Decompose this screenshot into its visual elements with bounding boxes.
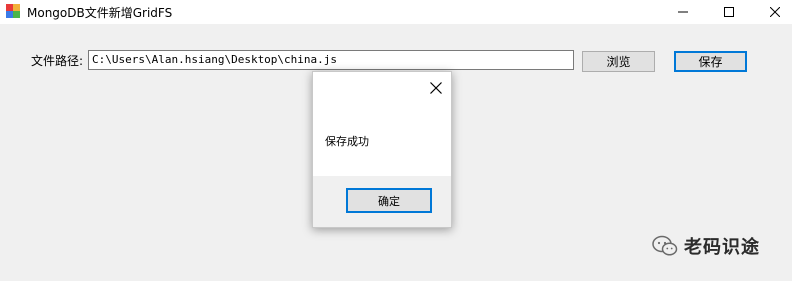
watermark-text: 老码识途 xyxy=(684,237,760,258)
save-button-label: 保存 xyxy=(698,55,723,69)
minimize-icon xyxy=(678,11,688,13)
title-bar: MongoDB文件新增GridFS xyxy=(0,0,792,24)
ok-button[interactable]: 确定 xyxy=(346,188,432,213)
path-input[interactable]: C:\Users\Alan.hsiang\Desktop\china.js xyxy=(88,50,574,70)
maximize-button[interactable] xyxy=(706,0,752,24)
minimize-button[interactable] xyxy=(660,0,706,24)
path-label: 文件路径: xyxy=(31,54,84,68)
watermark: 老码识途 xyxy=(652,234,760,258)
app-icon xyxy=(6,4,20,18)
wechat-icon xyxy=(652,235,678,256)
browse-button-label: 浏览 xyxy=(606,55,631,69)
close-icon xyxy=(430,82,442,94)
close-window-button[interactable] xyxy=(752,0,792,24)
save-button[interactable]: 保存 xyxy=(674,51,747,72)
close-icon xyxy=(770,7,780,17)
window-title: MongoDB文件新增GridFS xyxy=(27,6,173,20)
maximize-icon xyxy=(724,7,734,17)
dialog-message: 保存成功 xyxy=(325,135,369,148)
message-dialog: 保存成功 确定 xyxy=(312,71,452,228)
ok-button-label: 确定 xyxy=(378,194,400,208)
browse-button[interactable]: 浏览 xyxy=(582,51,655,72)
dialog-close-button[interactable] xyxy=(428,80,444,96)
